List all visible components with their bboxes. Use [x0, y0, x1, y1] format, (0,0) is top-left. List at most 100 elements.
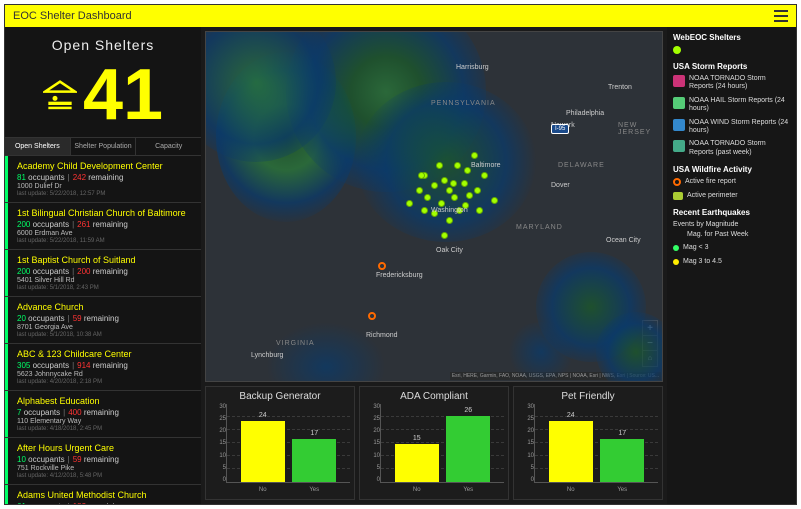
shelter-marker[interactable] [481, 172, 488, 179]
chart: Pet Friendly 302520151050 24No17Yes [513, 386, 663, 500]
city-label: Fredericksburg [376, 272, 423, 279]
shelter-marker[interactable] [474, 187, 481, 194]
shelter-marker[interactable] [406, 200, 413, 207]
y-axis: 302520151050 [364, 404, 380, 495]
shelter-address: 110 Elementary Way [13, 418, 193, 425]
shelter-stats: 7 occupants|400 remaining [13, 408, 193, 417]
shelter-marker[interactable] [441, 232, 448, 239]
shelter-marker[interactable] [441, 177, 448, 184]
legend-group: Recent EarthquakesEvents by MagnitudeMag… [673, 208, 790, 266]
legend-item[interactable]: NOAA WIND Storm Reports (24 hours) [673, 119, 790, 136]
map[interactable]: + − ⌂ Esri, HERE, Garmin, FAO, NOAA, USG… [205, 31, 663, 382]
legend-title: WebEOC Shelters [673, 33, 790, 42]
bar[interactable]: 17Yes [600, 430, 644, 482]
titlebar: EOC Shelter Dashboard [5, 5, 796, 27]
list-item[interactable]: Adams United Methodist Church 61 occupan… [5, 485, 201, 504]
shelter-stats: 305 occupants|914 remaining [13, 361, 193, 370]
hamburger-menu-icon[interactable] [774, 10, 788, 22]
app-title: EOC Shelter Dashboard [13, 10, 132, 22]
list-item[interactable]: 1st Baptist Church of Suitland 200 occup… [5, 250, 201, 297]
tab-capacity[interactable]: Capacity [136, 138, 201, 155]
shelter-marker[interactable] [450, 180, 457, 187]
list-item[interactable]: Alphabest Education 7 occupants|400 rema… [5, 391, 201, 438]
kpi-value: 41 [83, 59, 163, 131]
legend-item[interactable]: NOAA TORNADO Storm Reports (past week) [673, 140, 790, 157]
y-axis: 302520151050 [518, 404, 534, 495]
fire-marker[interactable] [368, 312, 376, 320]
shelter-marker[interactable] [436, 162, 443, 169]
shelter-marker[interactable] [464, 167, 471, 174]
state-label: VIRGINIA [276, 340, 315, 347]
charts-row: Backup Generator 302520151050 24No17YesA… [205, 386, 663, 500]
shelter-marker[interactable] [446, 217, 453, 224]
shelter-list[interactable]: Academy Child Development Center 81 occu… [5, 156, 201, 504]
shelter-updated: last update: 4/20/2018, 2:18 PM [13, 379, 193, 385]
shelter-stats: 61 occupants|182 remaining [13, 502, 193, 504]
shelter-updated: last update: 5/22/2018, 12:57 PM [13, 191, 193, 197]
bar[interactable]: 15No [395, 435, 439, 482]
bar[interactable]: 17Yes [292, 430, 336, 482]
shelter-name: Adams United Methodist Church [13, 490, 193, 500]
shelter-marker[interactable] [476, 207, 483, 214]
shelter-marker[interactable] [418, 172, 425, 179]
shelter-marker[interactable] [491, 197, 498, 204]
bar[interactable]: 26Yes [446, 407, 490, 482]
legend-item[interactable]: NOAA HAIL Storm Reports (24 hours) [673, 97, 790, 114]
shelter-marker[interactable] [466, 192, 473, 199]
shelter-marker[interactable] [461, 180, 468, 187]
shelter-stats: 81 occupants|242 remaining [13, 173, 193, 182]
shelter-name: ABC & 123 Childcare Center [13, 349, 193, 359]
shelter-address: 8701 Georgia Ave [13, 324, 193, 331]
city-label: Ocean City [606, 237, 641, 244]
shelter-marker[interactable] [431, 182, 438, 189]
legend-item[interactable] [673, 46, 790, 54]
legend-title: USA Wildfire Activity [673, 165, 790, 174]
shelter-marker[interactable] [424, 194, 431, 201]
fire-marker[interactable] [378, 262, 386, 270]
shelter-marker[interactable] [438, 200, 445, 207]
tab-open-shelters[interactable]: Open Shelters [5, 138, 71, 155]
shelter-address: 5623 Johnnycake Rd [13, 371, 193, 378]
shelter-marker[interactable] [416, 187, 423, 194]
city-label: Baltimore [471, 162, 501, 169]
list-item[interactable]: Advance Church 20 occupants|59 remaining… [5, 297, 201, 344]
shelter-updated: last update: 5/22/2018, 11:59 AM [13, 238, 193, 244]
shelter-marker[interactable] [421, 207, 428, 214]
shelter-marker[interactable] [446, 187, 453, 194]
list-item[interactable]: After Hours Urgent Care 10 occupants|59 … [5, 438, 201, 485]
bar[interactable]: 24No [241, 412, 285, 482]
shelter-address: 1000 Dulief Dr [13, 183, 193, 190]
legend-group: WebEOC Shelters [673, 33, 790, 54]
legend-item[interactable]: NOAA TORNADO Storm Reports (24 hours) [673, 75, 790, 92]
list-item[interactable]: ABC & 123 Childcare Center 305 occupants… [5, 344, 201, 391]
mid-panel: + − ⌂ Esri, HERE, Garmin, FAO, NOAA, USG… [201, 27, 667, 504]
shelter-name: 1st Bilingual Christian Church of Baltim… [13, 208, 193, 218]
chart: Backup Generator 302520151050 24No17Yes [205, 386, 355, 500]
legend-title: USA Storm Reports [673, 62, 790, 71]
shelter-marker[interactable] [451, 194, 458, 201]
chart-title: Pet Friendly [518, 391, 658, 402]
tab-shelter-population[interactable]: Shelter Population [71, 138, 137, 155]
shelter-updated: last update: 4/12/2018, 5:48 PM [13, 473, 193, 479]
legend-item[interactable]: Active perimeter [673, 192, 790, 200]
left-panel: Open Shelters 41 Open Shelters Shelter P… [5, 27, 201, 504]
y-axis: 302520151050 [210, 404, 226, 495]
shelter-name: After Hours Urgent Care [13, 443, 193, 453]
shelter-stats: 10 occupants|59 remaining [13, 455, 193, 464]
shelter-marker[interactable] [454, 162, 461, 169]
legend-item[interactable]: Active fire report [673, 178, 790, 186]
list-item[interactable]: 1st Bilingual Christian Church of Baltim… [5, 203, 201, 250]
bar[interactable]: 24No [549, 412, 593, 482]
legend-item[interactable]: Mag 3 to 4.5 [673, 258, 790, 266]
shelter-icon [43, 80, 77, 110]
chart: ADA Compliant 302520151050 15No26Yes [359, 386, 509, 500]
legend-item[interactable]: Mag. for Past Week [673, 231, 790, 239]
shelter-marker[interactable] [471, 152, 478, 159]
list-item[interactable]: Academy Child Development Center 81 occu… [5, 156, 201, 203]
city-label: Lynchburg [251, 352, 283, 359]
legend-item[interactable]: Mag < 3 [673, 244, 790, 252]
shelter-address: 5401 Silver Hill Rd [13, 277, 193, 284]
plot-area: 24No17Yes [534, 404, 658, 483]
legend-panel[interactable]: WebEOC Shelters USA Storm Reports NOAA TOR… [667, 27, 796, 504]
state-label: NEW JERSEY [618, 122, 662, 136]
